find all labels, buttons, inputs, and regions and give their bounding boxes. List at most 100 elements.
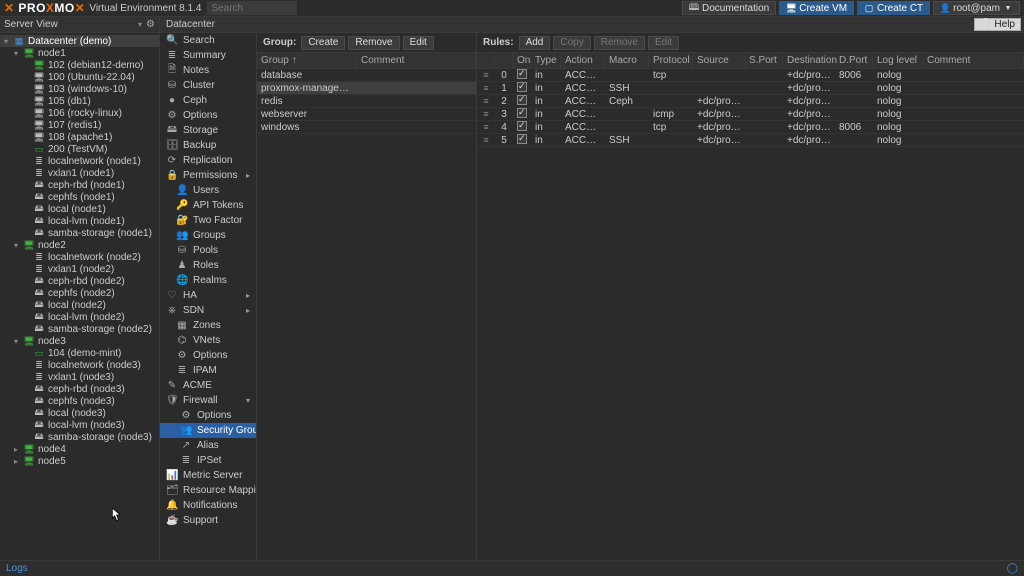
resource-tree[interactable]: ▾▦Datacenter (demo)▾🖥node1🖥102 (debian12…: [0, 33, 160, 560]
tree-st[interactable]: 🖴samba-storage (node2): [0, 323, 159, 335]
tree-st[interactable]: 🖴samba-storage (node3): [0, 431, 159, 443]
menu-acme[interactable]: ✎ACME: [160, 378, 256, 393]
tree-st[interactable]: ≣localnetwork (node3): [0, 359, 159, 371]
create-ct-button[interactable]: ▢ Create CT: [857, 1, 930, 15]
tree-ct[interactable]: ▭104 (demo-mint): [0, 347, 159, 359]
tree-vm[interactable]: 🖥105 (db1): [0, 95, 159, 107]
tree-ct[interactable]: ▭200 (TestVM): [0, 143, 159, 155]
menu-options[interactable]: ⚙Options: [160, 348, 256, 363]
tree-vm[interactable]: 🖥106 (rocky-linux): [0, 107, 159, 119]
rule-enabled-checkbox[interactable]: [517, 69, 527, 79]
menu-notifications[interactable]: 🔔Notifications: [160, 498, 256, 513]
rule-row[interactable]: ≡5inACCEPTSSH+dc/proxm...+dc/proxm...nol…: [477, 134, 1024, 147]
global-search-input[interactable]: [207, 1, 297, 15]
expand-icon[interactable]: ▾: [12, 241, 20, 250]
group-row[interactable]: windows: [257, 121, 476, 134]
menu-alias[interactable]: ↗Alias: [160, 438, 256, 453]
col-dest[interactable]: Destination: [783, 53, 835, 68]
menu-users[interactable]: 👤Users: [160, 183, 256, 198]
group-row[interactable]: database: [257, 69, 476, 82]
group-row[interactable]: webserver: [257, 108, 476, 121]
tree-node[interactable]: ▸🖥node5: [0, 455, 159, 467]
tree-st[interactable]: 🖴samba-storage (node1): [0, 227, 159, 239]
col-macro[interactable]: Macro: [605, 53, 649, 68]
menu-groups[interactable]: 👥Groups: [160, 228, 256, 243]
menu-support[interactable]: ☕Support: [160, 513, 256, 528]
menu-pools[interactable]: ⛁Pools: [160, 243, 256, 258]
rule-row[interactable]: ≡2inACCEPTCeph+dc/proxm...+dc/proxm...no…: [477, 95, 1024, 108]
tree-st[interactable]: 🖴local-lvm (node3): [0, 419, 159, 431]
group-create-button[interactable]: Create: [301, 36, 345, 50]
documentation-button[interactable]: 🕮 Documentation: [682, 1, 776, 15]
logs-link[interactable]: Logs: [6, 563, 28, 574]
gear-icon[interactable]: ⚙: [146, 19, 155, 30]
menu-zones[interactable]: ▦Zones: [160, 318, 256, 333]
menu-storage[interactable]: 🖴Storage: [160, 123, 256, 138]
menu-summary[interactable]: ≣Summary: [160, 48, 256, 63]
drag-handle-icon[interactable]: ≡: [483, 70, 488, 80]
menu-replication[interactable]: ⟳Replication: [160, 153, 256, 168]
menu-firewall[interactable]: 🛡Firewall▾: [160, 393, 256, 408]
tree-st[interactable]: 🖴local-lvm (node2): [0, 311, 159, 323]
tree-vm[interactable]: 🖥107 (redis1): [0, 119, 159, 131]
drag-handle-icon[interactable]: ≡: [483, 122, 488, 132]
tree-st[interactable]: 🖴ceph-rbd (node3): [0, 383, 159, 395]
menu-security-group[interactable]: 👥Security Group: [160, 423, 256, 438]
col-sport[interactable]: S.Port: [745, 53, 783, 68]
menu-realms[interactable]: 🌐Realms: [160, 273, 256, 288]
col-comment[interactable]: Comment: [357, 53, 476, 68]
rule-copy-button[interactable]: Copy: [553, 36, 590, 50]
tree-st[interactable]: 🖴ceph-rbd (node1): [0, 179, 159, 191]
menu-vnets[interactable]: ⌬VNets: [160, 333, 256, 348]
menu-search[interactable]: 🔍Search: [160, 33, 256, 48]
create-vm-button[interactable]: 🖥 Create VM: [779, 1, 854, 15]
drag-handle-icon[interactable]: ≡: [483, 83, 488, 93]
tree-vm[interactable]: 🖥100 (Ubuntu-22.04): [0, 71, 159, 83]
tree-dc[interactable]: ▾▦Datacenter (demo): [0, 35, 159, 47]
tree-vm[interactable]: 🖥108 (apache1): [0, 131, 159, 143]
menu-cluster[interactable]: ⛁Cluster: [160, 78, 256, 93]
status-circle-icon[interactable]: ◯: [1007, 563, 1018, 574]
tree-st[interactable]: ≣localnetwork (node2): [0, 251, 159, 263]
group-row[interactable]: proxmox-management: [257, 82, 476, 95]
tree-st[interactable]: 🖴local (node3): [0, 407, 159, 419]
tree-node[interactable]: ▾🖥node3: [0, 335, 159, 347]
tree-st[interactable]: 🖴ceph-rbd (node2): [0, 275, 159, 287]
tree-node[interactable]: ▸🖥node4: [0, 443, 159, 455]
tree-st[interactable]: 🖴cephfs (node3): [0, 395, 159, 407]
rule-enabled-checkbox[interactable]: [517, 134, 527, 144]
tree-st[interactable]: 🖴local-lvm (node1): [0, 215, 159, 227]
col-protocol[interactable]: Protocol: [649, 53, 693, 68]
rule-row[interactable]: ≡0inACCEPTtcp+dc/proxm...8006nolog: [477, 69, 1024, 82]
tree-node[interactable]: ▾🖥node2: [0, 239, 159, 251]
tree-st[interactable]: ≣vxlan1 (node2): [0, 263, 159, 275]
menu-ha[interactable]: ♡HA▸: [160, 288, 256, 303]
col-action[interactable]: Action: [561, 53, 605, 68]
col-comment[interactable]: Comment: [923, 53, 1024, 68]
menu-options[interactable]: ⚙Options: [160, 108, 256, 123]
tree-node[interactable]: ▾🖥node1: [0, 47, 159, 59]
menu-options[interactable]: ⚙Options: [160, 408, 256, 423]
group-row[interactable]: redis: [257, 95, 476, 108]
expand-icon[interactable]: ▾: [12, 49, 20, 58]
group-edit-button[interactable]: Edit: [403, 36, 434, 50]
tree-st[interactable]: ≣vxlan1 (node3): [0, 371, 159, 383]
menu-resource-mappings[interactable]: 🗂Resource Mappings: [160, 483, 256, 498]
help-button[interactable]: ❔ Help: [974, 18, 1021, 31]
tree-st[interactable]: 🖴local (node2): [0, 299, 159, 311]
drag-handle-icon[interactable]: ≡: [483, 96, 488, 106]
rule-enabled-checkbox[interactable]: [517, 95, 527, 105]
rule-row[interactable]: ≡4inACCEPTtcp+dc/proxm...+dc/proxm...800…: [477, 121, 1024, 134]
menu-metric-server[interactable]: 📊Metric Server: [160, 468, 256, 483]
menu-roles[interactable]: ♟Roles: [160, 258, 256, 273]
col-source[interactable]: Source: [693, 53, 745, 68]
rule-add-button[interactable]: Add: [519, 36, 551, 50]
menu-ipam[interactable]: ≣IPAM: [160, 363, 256, 378]
menu-two-factor[interactable]: 🔐Two Factor: [160, 213, 256, 228]
menu-permissions[interactable]: 🔒Permissions▸: [160, 168, 256, 183]
rule-row[interactable]: ≡3inACCEPTicmp+dc/proxm...+dc/proxm...no…: [477, 108, 1024, 121]
expand-icon[interactable]: ▸: [12, 445, 20, 454]
menu-ceph[interactable]: ●Ceph: [160, 93, 256, 108]
tree-st[interactable]: 🖴cephfs (node1): [0, 191, 159, 203]
tree-st[interactable]: 🖴local (node1): [0, 203, 159, 215]
